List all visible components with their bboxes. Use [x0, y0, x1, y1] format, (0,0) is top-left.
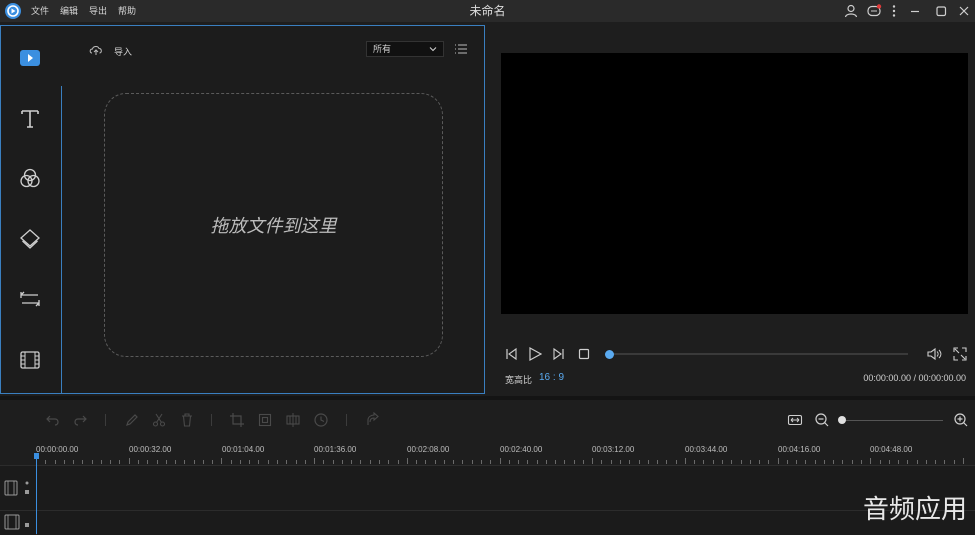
delete-icon[interactable]	[179, 412, 195, 428]
media-filter-value: 所有	[373, 44, 392, 54]
freeze-frame-icon[interactable]	[285, 412, 301, 428]
crop-icon[interactable]	[229, 412, 245, 428]
title-bar: 文件 编辑 导出 帮助 未命名	[0, 0, 975, 22]
text-tab-icon[interactable]	[15, 103, 45, 133]
fullscreen-icon[interactable]	[953, 347, 967, 361]
menu-help[interactable]: 帮助	[118, 0, 136, 22]
ruler-label: 00:03:44.00	[685, 445, 728, 454]
playback-timecode: 00:00:00.00 / 00:00:00.00	[863, 373, 966, 383]
undo-icon[interactable]	[45, 412, 61, 428]
zoom-out-icon[interactable]	[814, 412, 830, 428]
ruler-ticks	[36, 458, 964, 464]
menu-export[interactable]: 导出	[89, 0, 107, 22]
overlays-tab-icon[interactable]	[15, 224, 45, 254]
user-icon[interactable]	[843, 3, 859, 19]
feedback-icon[interactable]	[866, 3, 882, 19]
list-view-icon[interactable]	[454, 42, 468, 56]
ruler-label: 00:02:40.00	[500, 445, 543, 454]
video-track-icon	[4, 480, 29, 496]
drop-zone-text: 拖放文件到这里	[210, 216, 337, 236]
toolbar-divider	[105, 414, 106, 426]
playback-progress-knob[interactable]	[605, 350, 614, 359]
aspect-ratio-value[interactable]: 16 : 9	[539, 372, 564, 383]
mosaic-icon[interactable]	[257, 412, 273, 428]
ruler-label: 00:01:36.00	[314, 445, 357, 454]
active-tab-edge	[61, 86, 62, 393]
media-panel: 导入 所有 拖放文件到这里	[0, 25, 485, 394]
ruler-label: 00:03:12.00	[592, 445, 635, 454]
video-preview[interactable]	[501, 53, 968, 314]
transitions-tab-icon[interactable]	[15, 284, 45, 314]
film-elements-tab-icon[interactable]	[15, 345, 45, 375]
zoom-slider-track[interactable]	[843, 420, 943, 421]
fit-timeline-icon[interactable]	[787, 412, 803, 428]
menu-file[interactable]: 文件	[31, 0, 49, 22]
ruler-label: 00:02:08.00	[407, 445, 450, 454]
cut-icon[interactable]	[151, 412, 167, 428]
more-options-icon[interactable]	[886, 3, 902, 19]
import-icon[interactable]	[89, 43, 103, 55]
edit-pencil-icon[interactable]	[124, 412, 140, 428]
next-frame-icon[interactable]	[552, 347, 566, 361]
ruler-label: 00:00:00.00	[36, 445, 79, 454]
import-button[interactable]: 导入	[114, 45, 132, 58]
tool-sidebar	[1, 26, 62, 393]
window-title: 未命名	[469, 4, 506, 18]
chevron-down-icon	[428, 42, 438, 60]
media-filter-select[interactable]: 所有	[366, 41, 444, 57]
film-track-header	[0, 511, 37, 535]
aspect-ratio-label: 宽高比	[505, 375, 533, 385]
ruler-label: 00:04:16.00	[778, 445, 821, 454]
ruler-label: 00:04:48.00	[870, 445, 913, 454]
minimize-icon[interactable]	[907, 3, 923, 19]
watermark-text: 音频应用	[862, 494, 967, 524]
media-tab-icon[interactable]	[15, 43, 45, 73]
app-logo-icon	[5, 3, 21, 19]
duration-icon[interactable]	[313, 412, 329, 428]
film-track-icon	[4, 514, 29, 530]
close-icon[interactable]	[956, 3, 972, 19]
play-icon[interactable]	[528, 347, 542, 361]
voiceover-icon[interactable]	[365, 412, 381, 428]
toolbar-divider	[346, 414, 347, 426]
ruler-label: 00:00:32.00	[129, 445, 172, 454]
maximize-icon[interactable]	[933, 3, 949, 19]
stop-icon[interactable]	[577, 347, 591, 361]
previous-frame-icon[interactable]	[504, 347, 518, 361]
ruler-label: 00:01:04.00	[222, 445, 265, 454]
zoom-slider-knob[interactable]	[838, 416, 846, 424]
video-track-header	[0, 466, 37, 510]
film-track[interactable]	[0, 510, 975, 535]
zoom-in-icon[interactable]	[953, 412, 969, 428]
volume-icon[interactable]	[926, 347, 942, 361]
playback-progress-track[interactable]	[609, 353, 908, 355]
video-track[interactable]	[0, 465, 975, 510]
toolbar-divider	[211, 414, 212, 426]
drop-zone[interactable]: 拖放文件到这里	[104, 93, 443, 357]
filters-tab-icon[interactable]	[15, 164, 45, 194]
redo-icon[interactable]	[72, 412, 88, 428]
menu-edit[interactable]: 编辑	[60, 0, 78, 22]
playhead[interactable]	[36, 455, 37, 534]
